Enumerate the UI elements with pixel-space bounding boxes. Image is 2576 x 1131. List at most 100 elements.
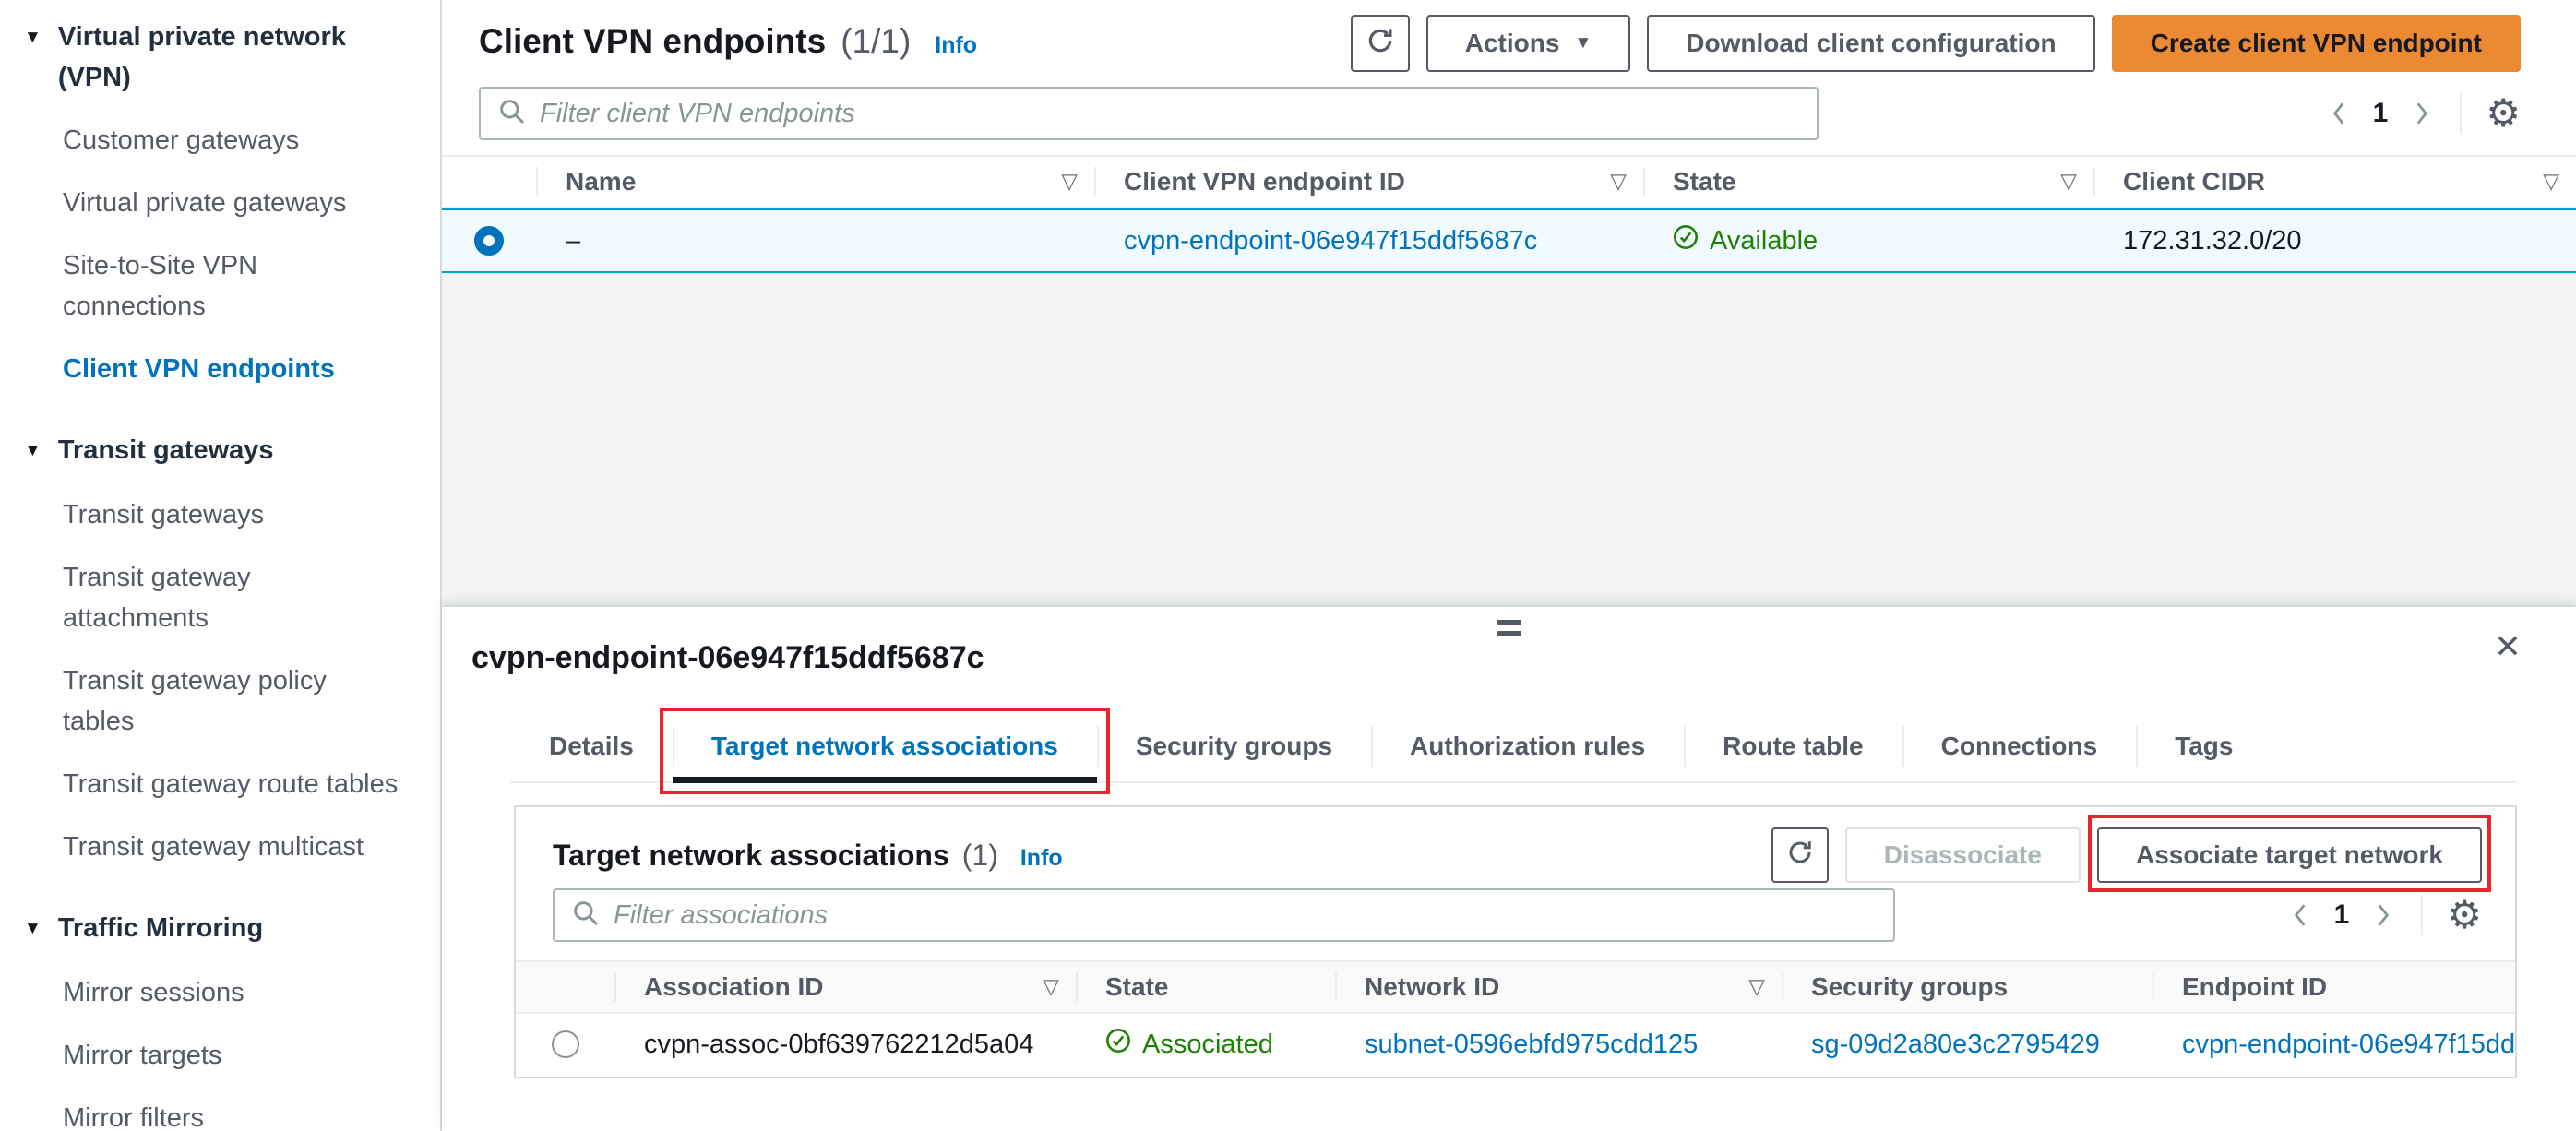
page-title-count: (1/1) — [841, 22, 912, 60]
sidebar-item-transit-gateway-policy-tables[interactable]: Transit gateway policy tables — [0, 661, 440, 742]
column-header-client-cidr: Client CIDR ▽ — [2093, 157, 2576, 207]
endpoints-table-header: Name ▽ Client VPN endpoint ID ▽ State ▽ — [442, 155, 2576, 208]
sidebar-item-transit-gateway-multicast[interactable]: Transit gateway multicast — [0, 827, 440, 867]
associate-target-network-button[interactable]: Associate target network — [2097, 827, 2482, 883]
sidebar-item-mirror-filters[interactable]: Mirror filters — [0, 1098, 440, 1131]
sort-icon[interactable]: ▽ — [2060, 170, 2093, 194]
sidebar-item-transit-gateway-route-tables[interactable]: Transit gateway route tables — [0, 764, 440, 804]
column-header-name: Name ▽ — [536, 157, 1094, 207]
panel-title: cvpn-endpoint-06e947f15ddf5687c — [471, 640, 984, 675]
sidebar-item-mirror-targets[interactable]: Mirror targets — [0, 1035, 440, 1076]
sidebar-group-transit: Transit gateways Transit gateway attachm… — [0, 494, 440, 867]
sort-icon[interactable]: ▽ — [1610, 170, 1643, 194]
page-header: Client VPN endpoints (1/1) Info Actions — [442, 11, 2576, 72]
sidebar-section-transit-gateways[interactable]: ▼ Transit gateways — [0, 430, 440, 472]
associations-title: Target network associations — [553, 838, 949, 872]
sidebar-item-client-vpn-endpoints[interactable]: Client VPN endpoints — [0, 349, 440, 389]
check-circle-icon — [1673, 224, 1699, 257]
sidebar-item-site-to-site-vpn-connections[interactable]: Site-to-Site VPN connections — [0, 245, 440, 327]
sidebar-item-transit-gateways[interactable]: Transit gateways — [0, 494, 440, 535]
endpoint-id-link[interactable]: cvpn-endpoint-06e947f15ddf5687c — [1124, 226, 1537, 256]
download-client-configuration-button[interactable]: Download client configuration — [1647, 15, 2095, 72]
sidebar-item-customer-gateways[interactable]: Customer gateways — [0, 120, 440, 161]
sidebar-item-mirror-sessions[interactable]: Mirror sessions — [0, 972, 440, 1013]
sort-icon[interactable]: ▽ — [1043, 975, 1076, 999]
tab-security-groups[interactable]: Security groups — [1096, 711, 1371, 781]
sidebar-section-label: Virtual private network (VPN) — [57, 22, 346, 92]
tab-route-table[interactable]: Route table — [1684, 711, 1902, 781]
tab-target-network-associations[interactable]: Target network associations — [659, 708, 1110, 794]
cell-state: Available — [1643, 210, 2093, 271]
sidebar-section-label: Traffic Mirroring — [57, 913, 264, 943]
associations-card-header: Target network associations (1) Info Dis… — [516, 807, 2515, 892]
actions-button[interactable]: Actions ▼ — [1425, 15, 1631, 72]
cell-security-groups: sg-09d2a80e3c2795429 — [1782, 1014, 2153, 1075]
tab-authorization-rules[interactable]: Authorization rules — [1371, 711, 1684, 781]
sidebar-item-transit-gateway-attachments[interactable]: Transit gateway attachments — [0, 557, 440, 638]
associations-actions: Disassociate Associate target network — [1771, 815, 2491, 892]
create-client-vpn-endpoint-button[interactable]: Create client VPN endpoint — [2111, 15, 2521, 72]
security-group-link[interactable]: sg-09d2a80e3c2795429 — [1811, 1030, 2100, 1060]
pagination: 1 ⚙ — [2325, 93, 2521, 134]
page-previous-icon[interactable] — [2286, 901, 2314, 929]
column-header-state: State — [1076, 962, 1335, 1012]
tab-tags[interactable]: Tags — [2136, 711, 2272, 781]
select-column-header — [516, 962, 614, 1012]
detail-panel: cvpn-endpoint-06e947f15ddf5687c Details … — [442, 605, 2576, 1131]
info-link[interactable]: Info — [935, 32, 977, 59]
endpoint-id-link[interactable]: cvpn-endpoint-06e947f15ddf5687c — [2182, 1030, 2515, 1060]
info-link[interactable]: Info — [1020, 845, 1063, 872]
cell-client-cidr: 172.31.32.0/20 — [2123, 225, 2302, 256]
refresh-button[interactable] — [1350, 15, 1410, 72]
page-next-icon[interactable] — [2369, 901, 2397, 929]
page-next-icon[interactable] — [2408, 100, 2436, 127]
sidebar-section-traffic-mirroring[interactable]: ▼ Traffic Mirroring — [0, 908, 440, 950]
network-id-link[interactable]: subnet-0596ebfd975cdd125 — [1365, 1030, 1698, 1060]
sidebar-section-vpn[interactable]: ▼ Virtual private network (VPN) — [0, 17, 440, 98]
collapse-triangle-icon: ▼ — [24, 441, 42, 460]
radio-unselected[interactable] — [551, 1030, 579, 1058]
pager-divider — [2460, 93, 2463, 134]
sidebar-group-vpn: Customer gateways Virtual private gatewa… — [0, 120, 440, 389]
column-header-state: State ▽ — [1643, 157, 2093, 207]
column-header-endpoint-id: Client VPN endpoint ID ▽ — [1094, 157, 1643, 207]
column-header-network-id: Network ID ▽ — [1335, 962, 1782, 1012]
status-available: Available — [1673, 224, 1818, 257]
sort-icon[interactable]: ▽ — [2543, 170, 2576, 194]
column-header-security-groups: Security groups — [1782, 962, 2153, 1012]
select-column-header — [442, 157, 536, 207]
associations-filter-input[interactable] — [614, 899, 1877, 931]
client-vpn-table-block: Client VPN endpoints (1/1) Info Actions — [442, 0, 2576, 273]
page-previous-icon[interactable] — [2325, 100, 2353, 127]
search-icon — [571, 899, 601, 933]
panel-drag-handle-icon[interactable] — [1497, 620, 1521, 642]
search-icon — [497, 97, 527, 131]
refresh-button[interactable] — [1771, 827, 1829, 883]
row-radio-cell — [442, 210, 536, 271]
collapse-triangle-icon: ▼ — [24, 28, 42, 47]
radio-selected[interactable] — [474, 226, 504, 256]
endpoint-filter-box — [479, 87, 1819, 140]
tab-details[interactable]: Details — [510, 711, 673, 781]
main-content: Client VPN endpoints (1/1) Info Actions — [442, 0, 2576, 1131]
sort-icon[interactable]: ▽ — [1748, 975, 1782, 999]
close-icon[interactable] — [2493, 631, 2522, 665]
associations-count: (1) — [961, 838, 998, 872]
associations-title-group: Target network associations (1) Info — [553, 839, 1063, 873]
endpoint-filter-input[interactable] — [540, 98, 1800, 129]
settings-gear-icon[interactable]: ⚙ — [2447, 896, 2482, 935]
disassociate-button[interactable]: Disassociate — [1844, 827, 2081, 883]
sort-icon[interactable]: ▽ — [1061, 170, 1094, 194]
endpoint-table-row[interactable]: – cvpn-endpoint-06e947f15ddf5687c Availa… — [442, 208, 2576, 273]
row-radio-cell — [516, 1014, 614, 1075]
client-vpn-list-area: Client VPN endpoints (1/1) Info Actions — [442, 0, 2576, 605]
association-table-row[interactable]: cvpn-assoc-0bf639762212d5a04 Associated … — [516, 1014, 2515, 1075]
sidebar-item-virtual-private-gateways[interactable]: Virtual private gateways — [0, 183, 440, 223]
cell-endpoint-id: cvpn-endpoint-06e947f15ddf5687c — [2153, 1014, 2515, 1075]
associations-table-header: Association ID ▽ State Network ID ▽ Secu… — [516, 960, 2515, 1014]
settings-gear-icon[interactable]: ⚙ — [2486, 94, 2521, 133]
column-header-endpoint-id: Endpoint ID — [2153, 962, 2515, 1012]
tab-connections[interactable]: Connections — [1902, 711, 2137, 781]
page-title: Client VPN endpoints — [479, 22, 827, 60]
cell-name: – — [566, 225, 581, 256]
